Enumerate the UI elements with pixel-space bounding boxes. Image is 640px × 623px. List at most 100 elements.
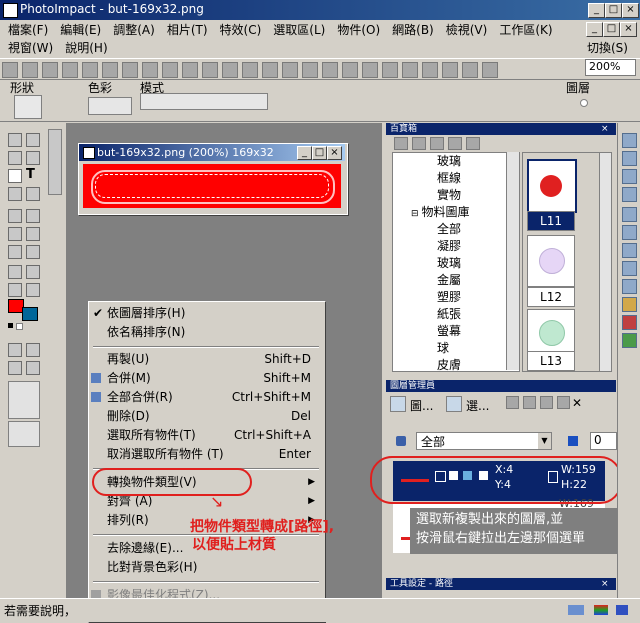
save-all-icon[interactable] (62, 62, 78, 78)
transform-tool-icon[interactable] (26, 133, 40, 147)
tree-item[interactable]: 塑膠 (393, 289, 519, 306)
panel-toggle-icon[interactable] (622, 225, 637, 240)
tree-item[interactable]: 皮膚 (393, 357, 519, 371)
frame-view-icon[interactable] (26, 343, 40, 357)
tree-item[interactable]: 紙張 (393, 306, 519, 323)
tree-item[interactable]: 球 (393, 340, 519, 357)
crop-tool-icon[interactable] (8, 187, 22, 201)
tree-item[interactable]: 玻璃 (393, 255, 519, 272)
selection-tool-icon[interactable] (8, 151, 22, 165)
mode-dropdown[interactable] (140, 93, 268, 110)
image-maximize-button[interactable]: □ (312, 146, 327, 160)
monitor-icon[interactable] (362, 62, 378, 78)
layout-icon[interactable] (302, 62, 318, 78)
layer-tab[interactable]: 圖... (410, 397, 433, 414)
new-icon[interactable] (2, 62, 18, 78)
save-icon[interactable] (42, 62, 58, 78)
print-preview-icon[interactable] (102, 62, 118, 78)
selection-tab[interactable]: 選... (466, 397, 489, 414)
library-icon[interactable] (412, 137, 426, 150)
menu-effect[interactable]: 特效(C) (220, 23, 262, 37)
tree-item[interactable]: 玻璃 (393, 153, 519, 170)
panel-close-icon[interactable]: × (601, 123, 609, 135)
tree-item[interactable]: 全部 (393, 221, 519, 238)
layer-filter-dropdown[interactable]: 全部 ▼ (416, 432, 552, 450)
copy-icon[interactable] (162, 62, 178, 78)
tree-item[interactable]: 框線 (393, 170, 519, 187)
image-close-button[interactable]: × (327, 146, 342, 160)
color-swatch[interactable] (88, 97, 132, 115)
slideshow-icon[interactable] (382, 62, 398, 78)
delete-layer-icon[interactable]: ✕ (572, 396, 582, 410)
redo-icon[interactable] (282, 62, 298, 78)
stamp-tool-icon[interactable] (8, 283, 22, 297)
panel-toggle-icon[interactable] (622, 333, 637, 348)
panel-toggle-icon[interactable] (622, 279, 637, 294)
link-icon[interactable] (26, 361, 40, 375)
paste-object-icon[interactable] (222, 62, 238, 78)
panel-toggle-icon[interactable] (622, 297, 637, 312)
quick-tools-strip[interactable] (48, 129, 62, 195)
menu-item-deselect-all-objects[interactable]: 取消選取所有物件 (T) Enter (107, 445, 321, 464)
panel-toggle-icon[interactable] (622, 315, 637, 330)
panel-toggle-icon[interactable] (622, 261, 637, 276)
scan-icon[interactable] (122, 62, 138, 78)
layer-view-icon[interactable] (390, 396, 406, 412)
menu-edit[interactable]: 編輯(E) (60, 23, 101, 37)
doc-restore-button[interactable]: □ (603, 22, 620, 37)
merge-layer-icon[interactable] (523, 396, 536, 409)
thumbnail-l12[interactable] (527, 235, 575, 287)
thumbnail-label-l11[interactable]: L11 (527, 211, 575, 231)
mask-layer-icon[interactable] (557, 396, 570, 409)
opacity-field[interactable]: 0 (590, 432, 617, 450)
layer-radio[interactable] (580, 99, 588, 107)
doc-minimize-button[interactable]: _ (586, 22, 603, 37)
menu-item-sort-by-name[interactable]: 依名稱排序(N) (107, 323, 321, 342)
menu-help[interactable]: 說明(H) (65, 41, 107, 55)
doc-close-button[interactable]: × (620, 22, 637, 37)
cut-icon[interactable] (182, 62, 198, 78)
menu-item-match-background-color[interactable]: 比對背景色彩(H) (107, 558, 321, 577)
grid-view-icon[interactable] (8, 343, 22, 357)
path-edit-tool-icon[interactable] (8, 169, 22, 183)
menu-object[interactable]: 物件(O) (337, 23, 380, 37)
menu-web[interactable]: 網路(B) (392, 23, 434, 37)
thumbnail-l11[interactable] (527, 159, 577, 213)
tree-item[interactable]: 實物 (393, 187, 519, 204)
search-icon[interactable] (466, 137, 480, 150)
menu-item-merge[interactable]: 合併(M) Shift+M (91, 369, 321, 388)
tree-item[interactable]: 凝膠 (393, 238, 519, 255)
menu-adjust[interactable]: 調整(A) (113, 23, 155, 37)
menu-photo[interactable]: 相片(T) (167, 23, 208, 37)
shape-tool-icon[interactable] (8, 209, 22, 223)
path-tool-icon[interactable] (26, 283, 40, 297)
image-icon[interactable] (322, 62, 338, 78)
duplicate-icon[interactable] (242, 62, 258, 78)
panel-icon[interactable] (462, 62, 478, 78)
panel-close-icon[interactable]: × (601, 578, 609, 590)
background-color-swatch[interactable] (22, 307, 38, 321)
clone-tool-icon[interactable] (8, 227, 22, 241)
panel-toggle-icon[interactable] (622, 169, 637, 184)
zoom-field[interactable]: 200% (585, 59, 636, 76)
maximize-button[interactable]: □ (605, 3, 622, 18)
alignment-buttons[interactable] (8, 421, 40, 447)
collapse-icon[interactable]: ⊟ (411, 209, 419, 219)
tree-item[interactable]: 金屬 (393, 272, 519, 289)
menu-switch[interactable]: 切換(S) (587, 39, 628, 56)
minimize-button[interactable]: _ (588, 3, 605, 18)
menu-item-merge-all[interactable]: 全部合併(R) Ctrl+Shift+M (91, 388, 321, 407)
mask-icon[interactable] (8, 361, 22, 375)
thumbnail-l13[interactable] (527, 309, 575, 353)
add-icon[interactable] (448, 137, 462, 150)
cutout-tool-icon[interactable] (26, 187, 40, 201)
grid-icon[interactable] (442, 62, 458, 78)
menu-view[interactable]: 檢視(V) (446, 23, 488, 37)
thumbnail-label-l12[interactable]: L12 (527, 287, 575, 307)
paint-tool-icon[interactable] (26, 209, 40, 223)
browse-icon[interactable] (142, 62, 158, 78)
open-icon[interactable] (22, 62, 38, 78)
web-icon[interactable] (422, 62, 438, 78)
tree-item[interactable]: 螢幕 (393, 323, 519, 340)
panel-toggle-icon[interactable] (622, 187, 637, 202)
